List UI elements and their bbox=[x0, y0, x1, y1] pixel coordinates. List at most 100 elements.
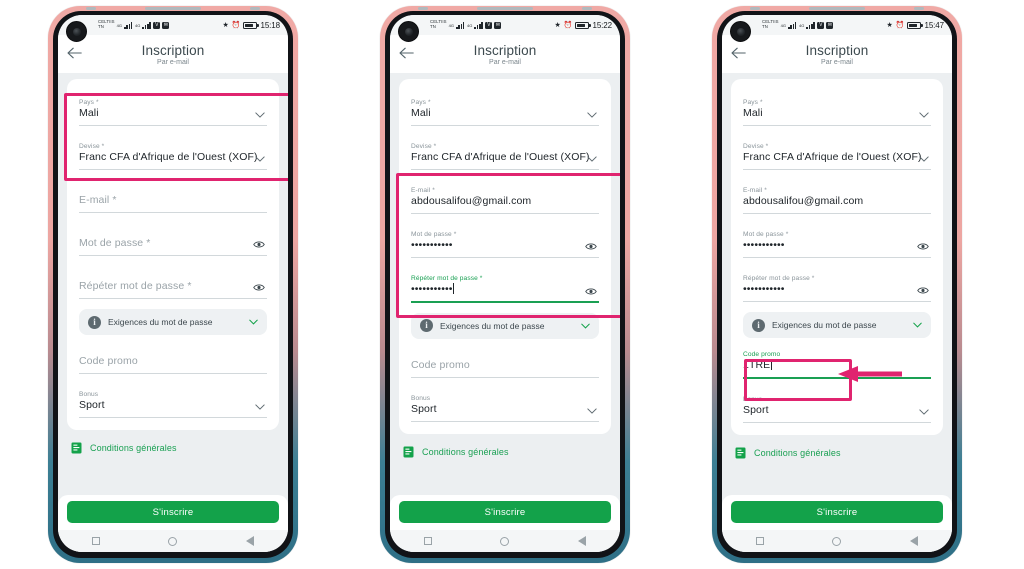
annotation-arrow-promo-code bbox=[838, 366, 902, 382]
eye-icon[interactable] bbox=[253, 283, 265, 292]
phone-2-bezel: CELTIIS TN 4G 4G V ✉ ★ ⏰ 15:22 Inscripti… bbox=[385, 11, 625, 558]
password-underline bbox=[79, 255, 267, 256]
signal-bars-icon-2 bbox=[474, 21, 483, 29]
password-requirements-pill[interactable]: i Exigences du mot de passe bbox=[79, 309, 267, 335]
circle-icon[interactable] bbox=[500, 536, 510, 546]
signal-bars-icon-1 bbox=[123, 21, 133, 29]
chevron-down-icon[interactable] bbox=[587, 112, 597, 118]
bonus-field[interactable]: Bonus Sport bbox=[411, 386, 599, 422]
eye-icon[interactable] bbox=[917, 242, 929, 251]
email-underline bbox=[743, 213, 931, 214]
square-icon[interactable] bbox=[756, 537, 765, 545]
android-nav-bar bbox=[58, 530, 288, 552]
eye-icon[interactable] bbox=[253, 240, 265, 249]
promo-code-field[interactable]: Code promo bbox=[411, 343, 599, 378]
country-field[interactable]: Pays * Mali bbox=[79, 90, 267, 126]
password-placeholder: Mot de passe * bbox=[79, 237, 151, 249]
back-arrow-icon[interactable] bbox=[398, 46, 414, 60]
front-camera-icon bbox=[398, 21, 419, 42]
password-requirements-pill[interactable]: i Exigences du mot de passe bbox=[411, 312, 599, 339]
terms-link[interactable]: Conditions générales bbox=[731, 435, 943, 469]
chevron-down-icon[interactable] bbox=[249, 319, 258, 325]
password-field[interactable]: Mot de passe * ••••••••••• bbox=[411, 222, 599, 258]
vpn-icon: V bbox=[817, 21, 825, 29]
currency-field[interactable]: Devise * Franc CFA d'Afrique de l'Ouest … bbox=[743, 134, 931, 170]
country-value: Mali bbox=[743, 107, 763, 119]
network-type-1: 4G bbox=[448, 22, 454, 28]
terms-link[interactable]: Conditions générales bbox=[67, 430, 279, 464]
chevron-down-icon[interactable] bbox=[919, 156, 929, 162]
signal-bars-icon-1 bbox=[455, 21, 465, 29]
currency-label: Devise * bbox=[411, 143, 437, 150]
country-field[interactable]: Pays * Mali bbox=[411, 90, 599, 126]
password-repeat-field[interactable]: Répéter mot de passe * bbox=[79, 264, 267, 299]
country-field[interactable]: Pays * Mali bbox=[743, 90, 931, 126]
password-repeat-field[interactable]: Répéter mot de passe * ••••••••••• bbox=[743, 266, 931, 302]
front-camera-icon bbox=[66, 21, 87, 42]
country-underline bbox=[743, 125, 931, 126]
eye-icon[interactable] bbox=[917, 286, 929, 295]
form-scroll-area: Pays * Mali Devise * Franc CFA d'Afrique… bbox=[722, 73, 952, 552]
bonus-value: Sport bbox=[743, 403, 769, 416]
terms-link[interactable]: Conditions générales bbox=[399, 434, 611, 468]
password-requirements-label: Exigences du mot de passe bbox=[772, 320, 877, 330]
triangle-back-icon[interactable] bbox=[245, 536, 254, 546]
square-icon[interactable] bbox=[92, 537, 101, 545]
submit-button[interactable]: S'inscrire bbox=[731, 501, 943, 523]
currency-underline bbox=[743, 169, 931, 170]
chevron-down-icon[interactable] bbox=[587, 408, 597, 414]
circle-icon[interactable] bbox=[832, 536, 842, 546]
triangle-back-icon[interactable] bbox=[909, 536, 918, 546]
country-underline bbox=[411, 125, 599, 126]
email-field[interactable]: E-mail * bbox=[79, 178, 267, 213]
page-subtitle: Par e-mail bbox=[489, 58, 521, 66]
promo-code-field[interactable]: Code promo bbox=[79, 339, 267, 374]
country-label: Pays * bbox=[411, 99, 431, 106]
password-repeat-field[interactable]: Répéter mot de passe * ••••••••••• bbox=[411, 266, 599, 303]
signal-bars-icon-2 bbox=[142, 21, 151, 29]
currency-field[interactable]: Devise * Franc CFA d'Afrique de l'Ouest … bbox=[411, 134, 599, 170]
submit-bar: S'inscrire bbox=[390, 495, 620, 530]
chevron-down-icon[interactable] bbox=[255, 404, 265, 410]
eye-icon[interactable] bbox=[585, 242, 597, 251]
bonus-field[interactable]: Bonus Sport bbox=[743, 387, 931, 423]
vpn-icon: V bbox=[153, 21, 161, 29]
eye-icon[interactable] bbox=[585, 287, 597, 296]
back-arrow-icon[interactable] bbox=[66, 46, 82, 60]
password-label: Mot de passe * bbox=[411, 231, 457, 238]
password-field[interactable]: Mot de passe * bbox=[79, 221, 267, 256]
app-header: Inscription Par e-mail bbox=[390, 35, 620, 73]
chevron-down-icon[interactable] bbox=[255, 112, 265, 118]
submit-button[interactable]: S'inscrire bbox=[399, 501, 611, 523]
battery-icon bbox=[575, 21, 592, 29]
chevron-down-icon[interactable] bbox=[919, 112, 929, 118]
phone-1-screen: CELTIIS TN 4G 4G V ✉ ★ ⏰ 15:18 Inscripti… bbox=[58, 15, 288, 552]
submit-button[interactable]: S'inscrire bbox=[67, 501, 279, 523]
chevron-down-icon[interactable] bbox=[255, 156, 265, 162]
chevron-down-icon[interactable] bbox=[587, 156, 597, 162]
bezel-dot-right bbox=[582, 7, 592, 10]
battery-icon bbox=[907, 21, 924, 29]
back-arrow-icon[interactable] bbox=[730, 46, 746, 60]
chevron-down-icon[interactable] bbox=[913, 322, 922, 328]
triangle-back-icon[interactable] bbox=[577, 536, 586, 546]
country-underline bbox=[79, 125, 267, 126]
promo-code-placeholder: Code promo bbox=[79, 355, 138, 367]
email-field[interactable]: E-mail * abdousalifou@gmail.com bbox=[743, 178, 931, 214]
promo-code-placeholder: Code promo bbox=[411, 358, 470, 371]
currency-field[interactable]: Devise * Franc CFA d'Afrique de l'Ouest … bbox=[79, 134, 267, 170]
password-underline bbox=[743, 257, 931, 258]
circle-icon[interactable] bbox=[168, 536, 178, 546]
chevron-down-icon[interactable] bbox=[919, 409, 929, 415]
square-icon[interactable] bbox=[424, 537, 433, 545]
currency-label: Devise * bbox=[743, 143, 769, 150]
password-requirements-pill[interactable]: i Exigences du mot de passe bbox=[743, 312, 931, 338]
chevron-down-icon[interactable] bbox=[581, 323, 590, 329]
submit-bar: S'inscrire bbox=[722, 495, 952, 530]
promo-code-label: Code promo bbox=[743, 351, 781, 358]
text-caret bbox=[453, 283, 455, 294]
bonus-field[interactable]: Bonus Sport bbox=[79, 382, 267, 418]
email-underline bbox=[411, 213, 599, 214]
email-field[interactable]: E-mail * abdousalifou@gmail.com bbox=[411, 178, 599, 214]
password-field[interactable]: Mot de passe * ••••••••••• bbox=[743, 222, 931, 258]
